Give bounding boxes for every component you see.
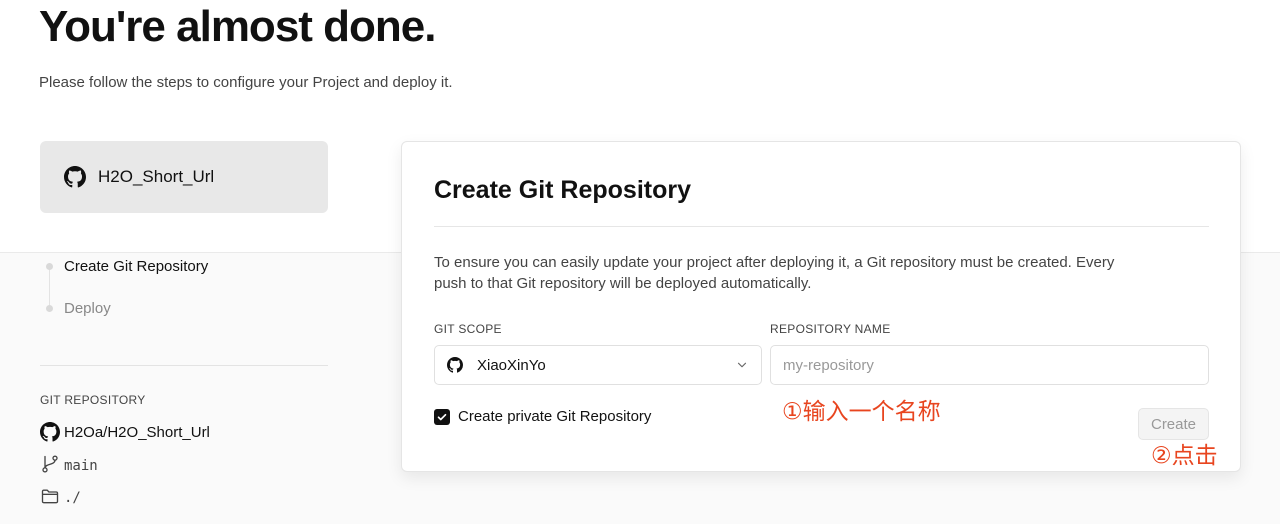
git-repo-link[interactable]: H2Oa/H2O_Short_Url bbox=[40, 422, 210, 442]
page-subtitle: Please follow the steps to configure you… bbox=[39, 74, 453, 91]
repository-name-input[interactable] bbox=[770, 345, 1209, 385]
step-label: Create Git Repository bbox=[64, 257, 209, 275]
repository-name-label: REPOSITORY NAME bbox=[770, 322, 891, 336]
git-branch: main bbox=[40, 454, 98, 478]
page-title: You're almost done. bbox=[39, 2, 436, 51]
git-repo-name: H2Oa/H2O_Short_Url bbox=[64, 423, 210, 441]
git-branch-name: main bbox=[64, 458, 98, 474]
annotation-click: ②点击 bbox=[1151, 443, 1218, 469]
private-repository-label: Create private Git Repository bbox=[458, 408, 652, 425]
project-name: H2O_Short_Url bbox=[98, 167, 215, 186]
git-scope-select[interactable]: XiaoXinYo bbox=[434, 345, 762, 385]
panel-description: To ensure you can easily update your pro… bbox=[434, 254, 1115, 292]
panel-title: Create Git Repository bbox=[434, 176, 692, 204]
step-label: Deploy bbox=[64, 299, 111, 317]
steps-connector bbox=[49, 264, 50, 308]
step-dot bbox=[46, 262, 53, 270]
git-branch-icon bbox=[40, 454, 60, 478]
folder-icon bbox=[40, 486, 60, 510]
github-icon bbox=[40, 422, 60, 442]
github-icon bbox=[447, 357, 463, 373]
annotation-enter-name: ①输入一个名称 bbox=[782, 399, 941, 425]
sidebar-divider bbox=[40, 365, 328, 366]
root-directory-path: ./ bbox=[64, 490, 81, 506]
git-repository-heading: GIT REPOSITORY bbox=[40, 393, 146, 407]
private-repository-toggle[interactable]: Create private Git Repository bbox=[434, 408, 651, 425]
private-repository-checkbox[interactable] bbox=[434, 408, 450, 425]
panel-divider bbox=[434, 226, 1209, 227]
step-dot bbox=[46, 304, 53, 312]
root-directory: ./ bbox=[40, 486, 81, 510]
github-icon bbox=[64, 166, 86, 188]
chevron-down-icon bbox=[735, 358, 749, 377]
project-card[interactable]: H2O_Short_Url bbox=[40, 141, 328, 213]
git-scope-value: XiaoXinYo bbox=[477, 356, 546, 374]
git-scope-label: GIT SCOPE bbox=[434, 322, 502, 336]
